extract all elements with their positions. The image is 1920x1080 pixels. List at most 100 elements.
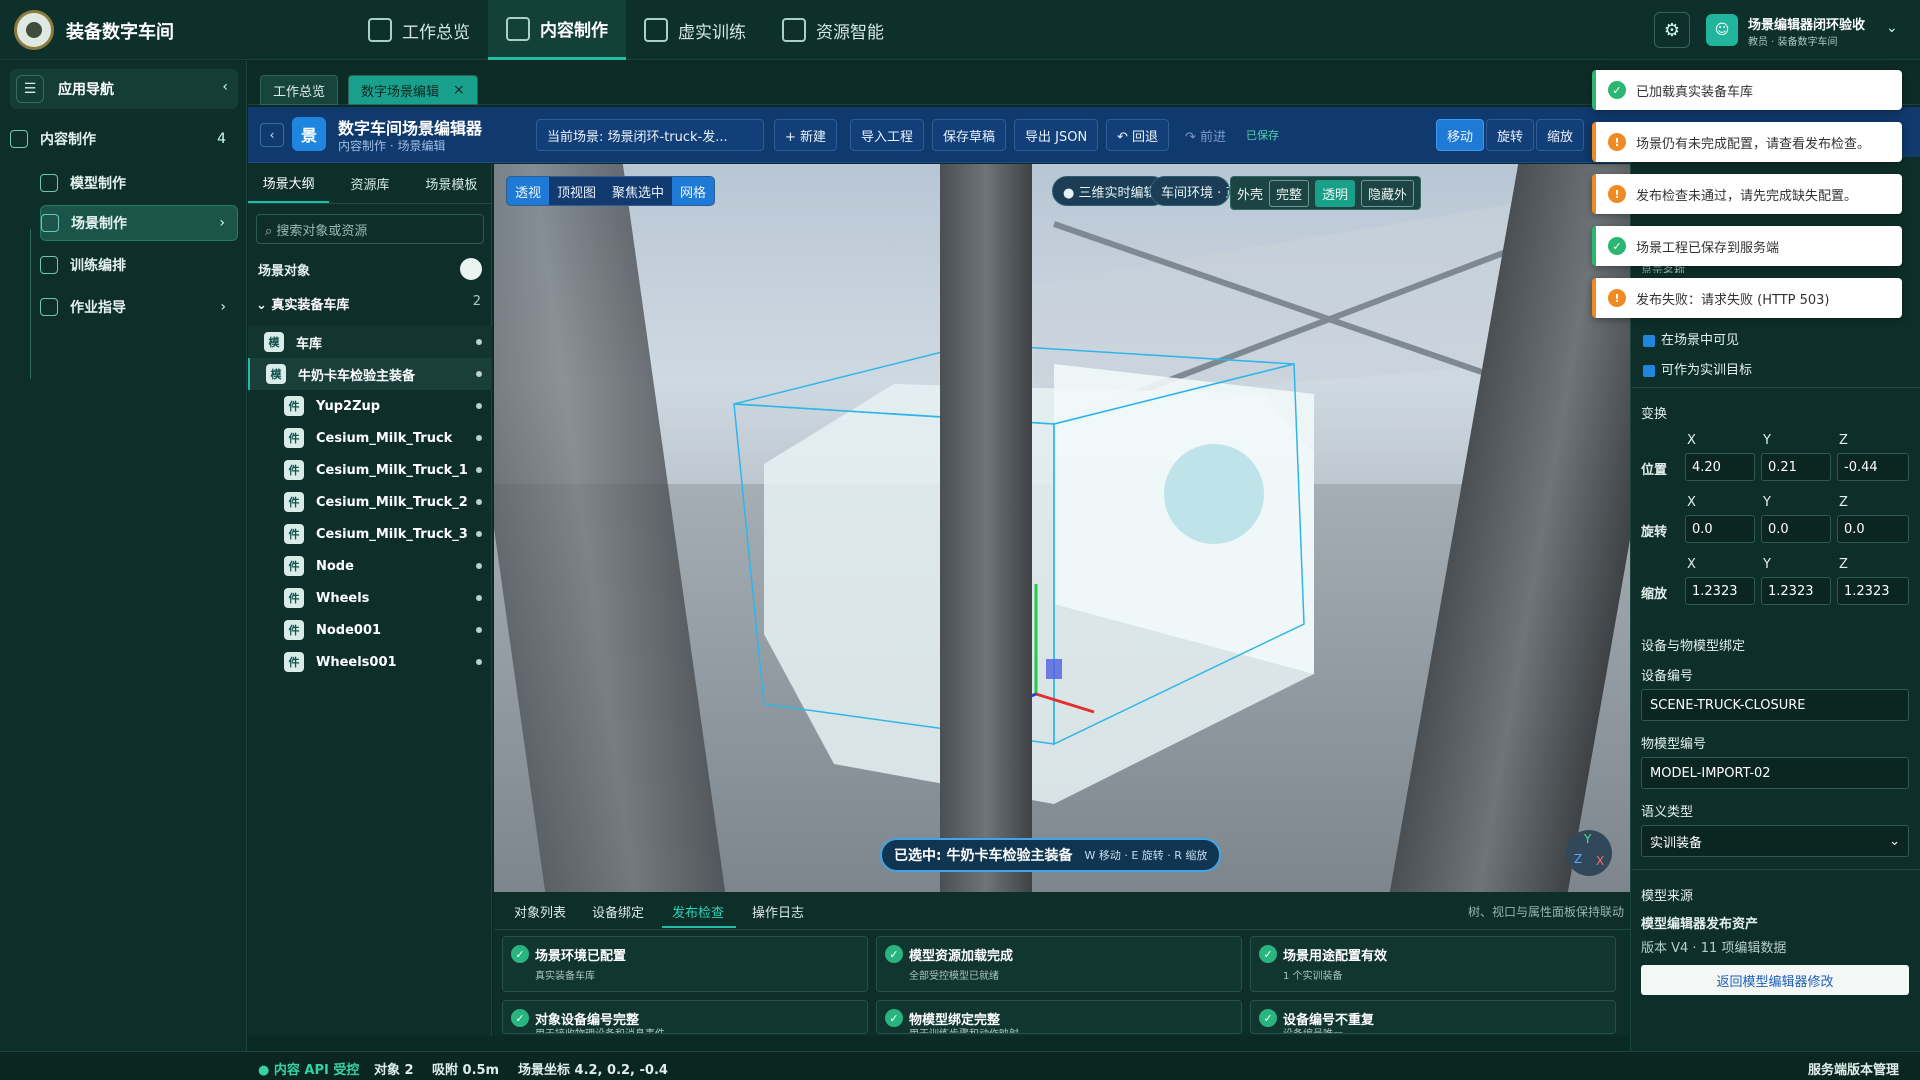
tree-node[interactable]: 件 Yup2Zup (248, 390, 492, 422)
tree-node-garage[interactable]: 模车库 (248, 326, 492, 358)
model-source-title: 模型来源 (1641, 889, 1694, 904)
current-scene-select[interactable]: 当前场景: 场景闭环-truck-发... (536, 119, 764, 151)
position-y-input[interactable]: 0.21 (1761, 453, 1831, 481)
avatar[interactable]: ☺ (1706, 14, 1738, 46)
nav-tab-overview[interactable]: 工作总览 (350, 0, 488, 60)
axis-y-label: Y (1763, 495, 1771, 510)
settings-gear-icon[interactable]: ⚙ (1654, 12, 1690, 48)
visibility-dot[interactable] (476, 659, 482, 665)
scale-z-input[interactable]: 1.2323 (1837, 577, 1909, 605)
checkbox-icon[interactable] (1643, 364, 1655, 377)
scene-app-icon: 景 (292, 117, 326, 151)
scale-mode-button[interactable]: 缩放 (1536, 119, 1585, 151)
tree-node[interactable]: 件 Node001 (248, 614, 492, 646)
tab-device-binding[interactable]: 设备绑定 (592, 902, 644, 921)
tree-node-milk-truck[interactable]: 模牛奶卡车检验主装备 (248, 358, 492, 390)
shell-hide-button[interactable]: 隐藏外 (1361, 179, 1415, 207)
tree-node[interactable]: 件 Cesium_Milk_Truck_1 (248, 454, 492, 486)
scale-x-input[interactable]: 1.2323 (1685, 577, 1755, 605)
shell-transparent-button[interactable]: 透明 (1315, 179, 1356, 207)
rotate-mode-button[interactable]: 旋转 (1486, 119, 1535, 151)
nav-tab-training[interactable]: 虚实训练 (626, 0, 764, 60)
toast-notification[interactable]: ✓ 场景工程已保存到服务端 (1592, 226, 1902, 266)
scale-y-input[interactable]: 1.2323 (1761, 577, 1831, 605)
group-header[interactable]: ⌄ 真实装备车库 (256, 294, 349, 313)
tab-scene-templates[interactable]: 场景模板 (411, 164, 492, 203)
axis-x-label: X (1687, 495, 1696, 510)
new-button[interactable]: + 新建 (774, 119, 838, 151)
sidebar-item-guide[interactable]: 作业指导 › (40, 289, 238, 325)
toast-notification[interactable]: ! 场景仍有未完成配置，请查看发布检查。 (1592, 122, 1902, 162)
model-id-input[interactable]: MODEL-IMPORT-02 (1641, 757, 1909, 789)
sidebar-item-training[interactable]: 训练编排 (40, 247, 238, 283)
nav-tab-content[interactable]: 内容制作 (488, 0, 626, 60)
visibility-dot[interactable] (476, 531, 482, 537)
visibility-dot[interactable] (476, 563, 482, 569)
tab-resource-library[interactable]: 资源库 (329, 164, 410, 203)
toast-notification[interactable]: ! 发布检查未通过，请先完成缺失配置。 (1592, 174, 1902, 214)
rotation-x-input[interactable]: 0.0 (1685, 515, 1755, 543)
visibility-dot[interactable] (476, 595, 482, 601)
workspace-tab-scene-editor[interactable]: 数字场景编辑 × (348, 75, 478, 105)
axis-gizmo[interactable]: Y Z X (1566, 830, 1612, 876)
visibility-dot[interactable] (476, 435, 482, 441)
export-json-button[interactable]: 导出 JSON (1014, 119, 1099, 151)
toast-notification[interactable]: ! 发布失败：请求失败 (HTTP 503) (1592, 278, 1902, 318)
visibility-dot[interactable] (476, 339, 482, 345)
checkbox-icon[interactable] (1643, 334, 1655, 347)
back-button[interactable]: ‹ (260, 123, 284, 147)
semantic-type-select[interactable]: 实训装备 ⌄ (1641, 825, 1909, 857)
tree-node[interactable]: 件 Wheels001 (248, 646, 492, 678)
save-draft-button[interactable]: 保存草稿 (932, 119, 1007, 151)
collapse-chevron-icon[interactable]: ‹ (222, 79, 228, 95)
tab-publish-check[interactable]: 发布检查 (672, 902, 724, 921)
add-object-button[interactable] (460, 258, 482, 280)
nav-tab-resources[interactable]: 资源智能 (764, 0, 902, 60)
environment-chip[interactable]: 车间环境 · 正 (1150, 176, 1230, 206)
top-view-button[interactable]: 顶视图 (549, 177, 604, 205)
sidebar-item-scene[interactable]: 场景制作 › (40, 205, 238, 241)
tab-scene-outline[interactable]: 场景大纲 (248, 164, 330, 203)
import-button[interactable]: 导入工程 (850, 119, 925, 151)
menu-icon[interactable]: ☰ (16, 75, 44, 103)
scene-coordinates: 场景坐标 4.2, 0.2, -0.4 (518, 1063, 668, 1078)
server-version-link[interactable]: 服务端版本管理 (1808, 1059, 1899, 1078)
visibility-dot[interactable] (476, 467, 482, 473)
chevron-down-icon[interactable]: ⌄ (1886, 20, 1898, 36)
position-z-input[interactable]: -0.44 (1837, 453, 1909, 481)
rotation-y-input[interactable]: 0.0 (1761, 515, 1831, 543)
check-icon: ✓ (511, 945, 529, 963)
close-icon[interactable]: × (453, 82, 465, 98)
grid-toggle-button[interactable]: 网格 (672, 177, 715, 205)
tab-object-list[interactable]: 对象列表 (514, 902, 566, 921)
position-x-input[interactable]: 4.20 (1685, 453, 1755, 481)
sidebar-item-model[interactable]: 模型制作 (40, 165, 238, 201)
3d-viewport[interactable]: 透视 顶视图 聚焦选中 网格 ● 三维实时编辑 车间环境 · 正 外壳 完整 透… (494, 164, 1632, 892)
tree-node[interactable]: 件 Cesium_Milk_Truck_2 (248, 486, 492, 518)
visibility-dot[interactable] (476, 403, 482, 409)
back-to-model-editor-button[interactable]: 返回模型编辑器修改 (1641, 965, 1909, 995)
tab-operation-log[interactable]: 操作日志 (752, 902, 804, 921)
toast-notification[interactable]: ✓ 已加载真实装备车库 (1592, 70, 1902, 110)
undo-button[interactable]: ↶ 回退 (1106, 119, 1170, 151)
device-id-input[interactable]: SCENE-TRUCK-CLOSURE (1641, 689, 1909, 721)
perspective-button[interactable]: 透视 (507, 177, 550, 205)
visibility-dot[interactable] (476, 627, 482, 633)
focus-selection-button[interactable]: 聚焦选中 (604, 177, 672, 205)
visible-checkbox[interactable]: 在场景中可见 (1643, 329, 1739, 348)
visibility-dot[interactable] (476, 371, 482, 377)
shell-full-button[interactable]: 完整 (1269, 179, 1310, 207)
move-mode-button[interactable]: 移动 (1436, 119, 1485, 151)
tree-node[interactable]: 件 Cesium_Milk_Truck (248, 422, 492, 454)
training-target-checkbox[interactable]: 可作为实训目标 (1643, 359, 1752, 378)
snap-value: 吸附 0.5m (432, 1063, 500, 1078)
tree-node[interactable]: 件 Node (248, 550, 492, 582)
tree-node[interactable]: 件 Wheels (248, 582, 492, 614)
redo-button[interactable]: ↷ 前进 (1174, 119, 1237, 151)
visibility-dot[interactable] (476, 499, 482, 505)
tree-node[interactable]: 件 Cesium_Milk_Truck_3 (248, 518, 492, 550)
search-input[interactable]: ⌕ 搜索对象或资源 (256, 214, 484, 244)
sidebar-item-content[interactable]: 内容制作 4 (10, 121, 238, 157)
rotation-z-input[interactable]: 0.0 (1837, 515, 1909, 543)
workspace-tab-overview[interactable]: 工作总览 (260, 75, 339, 105)
